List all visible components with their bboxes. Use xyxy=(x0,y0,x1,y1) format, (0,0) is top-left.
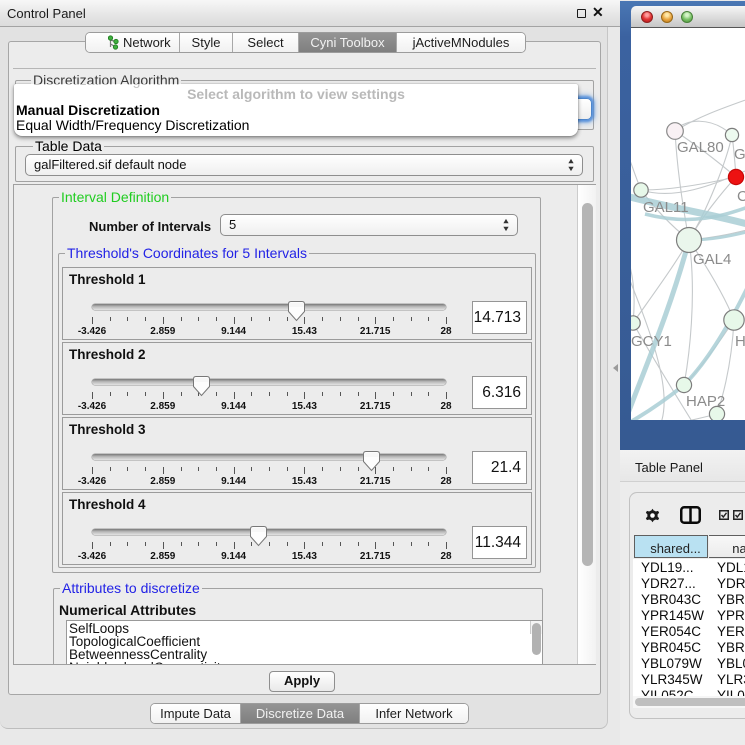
svg-text:GAL80: GAL80 xyxy=(677,139,724,156)
svg-text:GAL11: GAL11 xyxy=(643,199,689,216)
svg-text:C: C xyxy=(737,188,745,205)
svg-text:HAP2: HAP2 xyxy=(686,393,725,410)
svg-text:G.: G. xyxy=(734,146,745,163)
svg-text:H: H xyxy=(735,333,745,350)
svg-text:GCY1: GCY1 xyxy=(631,333,672,350)
svg-text:GAL4: GAL4 xyxy=(693,251,731,268)
